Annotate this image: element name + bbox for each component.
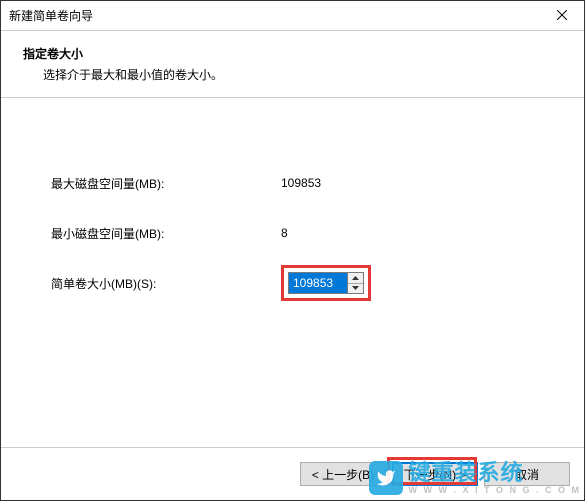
- spinner-down-button[interactable]: [348, 284, 363, 294]
- close-button[interactable]: [540, 1, 584, 31]
- min-space-label: 最小磁盘空间量(MB):: [51, 225, 281, 242]
- titlebar: 新建简单卷向导: [1, 1, 584, 31]
- spinner-up-button[interactable]: [348, 273, 363, 284]
- volume-size-highlight: [281, 265, 371, 301]
- wizard-body: 最大磁盘空间量(MB): 109853 最小磁盘空间量(MB): 8 简单卷大小…: [1, 98, 584, 447]
- spinner-arrows: [347, 273, 363, 293]
- window-title: 新建简单卷向导: [9, 7, 93, 24]
- max-space-label: 最大磁盘空间量(MB):: [51, 175, 281, 192]
- volume-size-input[interactable]: [289, 273, 347, 293]
- chevron-up-icon: [352, 276, 359, 280]
- max-space-row: 最大磁盘空间量(MB): 109853: [51, 168, 534, 198]
- back-button[interactable]: < 上一步(B): [300, 462, 386, 486]
- volume-size-spinner: [288, 272, 364, 294]
- volume-size-row: 简单卷大小(MB)(S):: [51, 268, 534, 298]
- wizard-footer: < 上一步(B) 下一步(N) > 取消: [1, 448, 584, 500]
- max-space-value: 109853: [281, 176, 321, 190]
- chevron-down-icon: [352, 286, 359, 290]
- page-heading: 指定卷大小: [23, 45, 562, 62]
- page-subheading: 选择介于最大和最小值的卷大小。: [23, 66, 562, 83]
- min-space-row: 最小磁盘空间量(MB): 8: [51, 218, 534, 248]
- min-space-value: 8: [281, 226, 288, 240]
- wizard-window: 新建简单卷向导 指定卷大小 选择介于最大和最小值的卷大小。 最大磁盘空间量(MB…: [0, 0, 585, 501]
- cancel-button[interactable]: 取消: [484, 462, 570, 486]
- close-icon: [557, 9, 567, 23]
- wizard-header: 指定卷大小 选择介于最大和最小值的卷大小。: [1, 31, 584, 91]
- volume-size-label: 简单卷大小(MB)(S):: [51, 275, 281, 292]
- next-button[interactable]: 下一步(N) >: [392, 462, 478, 486]
